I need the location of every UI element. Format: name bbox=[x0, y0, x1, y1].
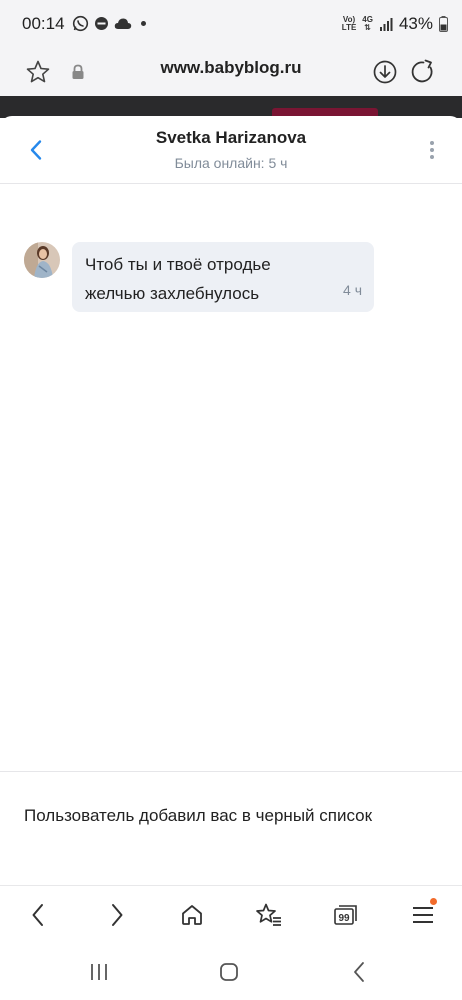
background-page-strip bbox=[0, 96, 462, 118]
chat-last-seen: Была онлайн: 5 ч bbox=[174, 155, 288, 171]
battery-icon bbox=[439, 16, 448, 32]
system-back-icon[interactable] bbox=[339, 957, 379, 987]
home-button-icon[interactable] bbox=[209, 957, 249, 987]
home-icon[interactable] bbox=[172, 896, 212, 934]
bookmarks-icon[interactable] bbox=[249, 896, 289, 934]
more-vertical-icon[interactable] bbox=[422, 136, 442, 164]
status-time: 00:14 bbox=[22, 14, 65, 33]
data-4g-icon: 4G ⇅ bbox=[362, 15, 373, 32]
reload-icon[interactable] bbox=[405, 54, 441, 90]
status-bar: 00:14 Vo) LTE 4G ⇅ 43% bbox=[0, 0, 462, 48]
message-bubble[interactable]: Чтоб ты и твоё отродье желчью захлебнуло… bbox=[72, 242, 374, 312]
battery-percent: 43% bbox=[398, 14, 433, 33]
message-text: Чтоб ты и твоё отродье желчью захлебнуло… bbox=[85, 255, 271, 303]
browser-toolbar: 99 bbox=[0, 885, 462, 943]
download-icon[interactable] bbox=[367, 54, 403, 90]
composer-divider bbox=[0, 771, 462, 772]
chat-header: Svetka Harizanova Была онлайн: 5 ч bbox=[0, 116, 462, 184]
menu-icon[interactable] bbox=[403, 896, 443, 934]
system-navigation-bar bbox=[0, 943, 462, 1000]
tabs-count: 99 bbox=[338, 913, 350, 924]
chat-contact-name[interactable]: Svetka Harizanova bbox=[0, 128, 462, 148]
volte-icon: Vo) LTE bbox=[341, 15, 357, 32]
browser-address-bar: www.babyblog.ru bbox=[0, 48, 462, 96]
message-time: 4 ч bbox=[343, 282, 362, 298]
browser-forward-icon[interactable] bbox=[97, 896, 137, 934]
avatar[interactable] bbox=[24, 242, 60, 278]
blocked-notice: Пользователь добавил вас в черный список bbox=[24, 806, 373, 825]
whatsapp-icon bbox=[72, 15, 89, 32]
browser-back-icon[interactable] bbox=[18, 896, 58, 934]
more-notifications-dot bbox=[141, 21, 146, 26]
chat-dialog: Svetka Harizanova Была онлайн: 5 ч Чтоб … bbox=[0, 116, 462, 886]
status-right: Vo) LTE 4G ⇅ 43% bbox=[342, 14, 448, 34]
signal-icon bbox=[379, 17, 393, 31]
tabs-icon[interactable]: 99 bbox=[326, 896, 366, 934]
do-not-disturb-icon bbox=[95, 17, 108, 30]
menu-notification-badge bbox=[430, 898, 437, 905]
recent-apps-icon[interactable] bbox=[79, 957, 119, 987]
cloud-icon bbox=[114, 18, 132, 29]
status-notification-icons bbox=[72, 15, 146, 32]
